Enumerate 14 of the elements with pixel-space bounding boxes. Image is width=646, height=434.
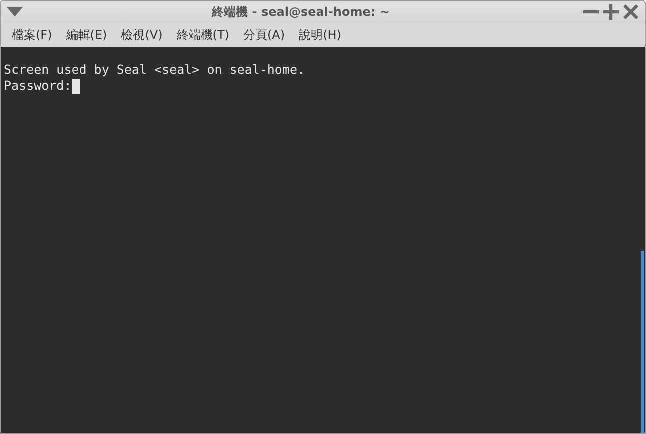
- menu-item[interactable]: 編輯(E): [59, 24, 114, 46]
- menu-item[interactable]: 檔案(F): [5, 24, 60, 46]
- menu-item[interactable]: 說明(H): [292, 24, 348, 46]
- terminal-line: Screen used by Seal <seal> on seal-home.: [4, 62, 306, 78]
- menu-item[interactable]: 檢視(V): [114, 24, 170, 46]
- text-cursor: [72, 78, 80, 94]
- terminal-line: Password:: [4, 78, 72, 94]
- scrollbar[interactable]: [641, 251, 644, 433]
- maximize-icon[interactable]: [603, 4, 619, 20]
- terminal-area[interactable]: Screen used by Seal <seal> on seal-home. Password:: [1, 47, 645, 433]
- menu-item[interactable]: 終端機(T): [170, 24, 236, 46]
- menu-item[interactable]: 分頁(A): [236, 24, 292, 46]
- window-title: 終端機 - seal@seal-home: ~: [210, 4, 391, 20]
- close-icon[interactable]: [623, 4, 639, 20]
